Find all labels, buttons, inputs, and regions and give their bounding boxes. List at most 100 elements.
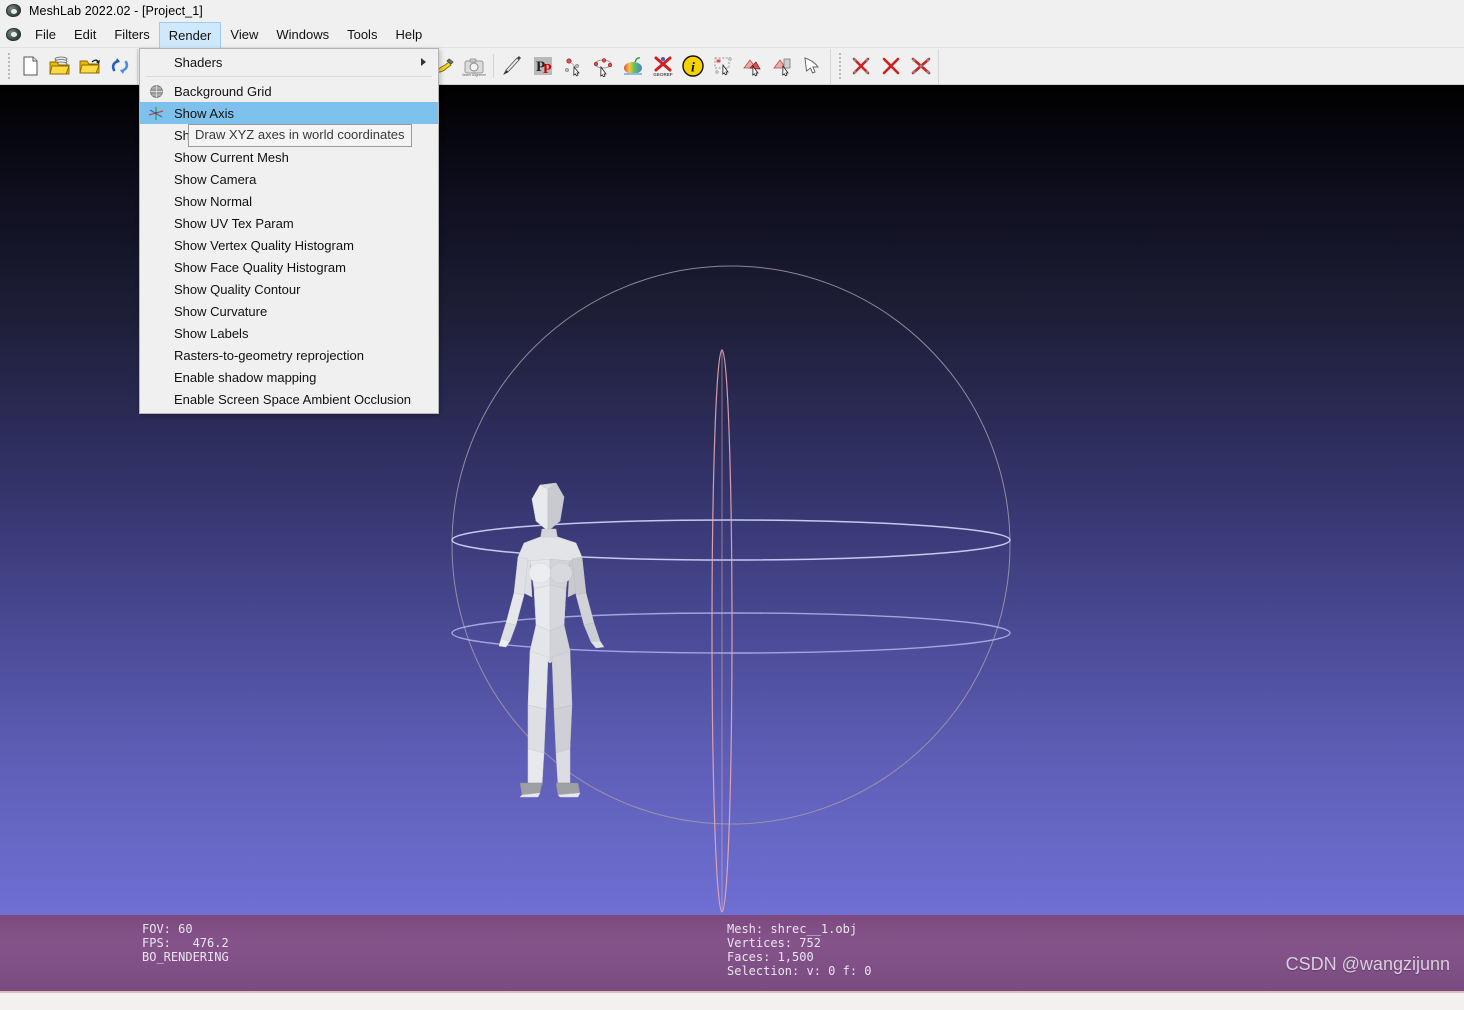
blank-icon <box>140 147 172 167</box>
select-rect-icon[interactable] <box>709 52 737 80</box>
status-mesh-name: Mesh: shrec__1.obj <box>727 922 858 936</box>
delete-vertices-icon[interactable] <box>877 52 905 80</box>
menu-entry-enable-shadow-mapping[interactable]: Enable shadow mapping <box>140 366 438 388</box>
select-faces-icon[interactable] <box>739 52 767 80</box>
select-arrow-icon[interactable] <box>799 52 827 80</box>
status-selection: Selection: v: 0 f: 0 <box>727 964 872 978</box>
open-mesh-icon[interactable] <box>76 52 104 80</box>
pdf-export-icon[interactable]: P P <box>529 52 557 80</box>
menu-entry-show-current-mesh[interactable]: Show Current Mesh <box>140 146 438 168</box>
menu-entry-label: Show Curvature <box>174 303 268 319</box>
menu-filters[interactable]: Filters <box>105 22 158 48</box>
blank-icon <box>140 323 172 343</box>
menu-windows[interactable]: Windows <box>267 22 338 48</box>
menu-entry-label: Show UV Tex Param <box>174 215 294 231</box>
menu-entry-background-grid[interactable]: Background Grid <box>140 80 438 102</box>
menu-view[interactable]: View <box>221 22 267 48</box>
paint-brush-icon[interactable] <box>499 52 527 80</box>
menu-entry-label: Show Axis <box>174 105 234 121</box>
toolbar-group-file <box>0 48 138 84</box>
delete-faces-icon[interactable] <box>847 52 875 80</box>
status-fov: FOV: 60 <box>142 922 193 936</box>
open-project-icon[interactable] <box>46 52 74 80</box>
menu-file[interactable]: File <box>26 22 65 48</box>
title-bar: MeshLab 2022.02 - [Project_1] <box>0 0 1464 22</box>
menu-entry-show-uv-tex-param[interactable]: Show UV Tex Param <box>140 212 438 234</box>
raster-align-icon[interactable]: Raster Alignment <box>460 52 488 80</box>
svg-text:P: P <box>543 62 552 77</box>
blank-icon <box>140 235 172 255</box>
csdn-watermark: CSDN @wangzijunn <box>1285 954 1450 974</box>
blank-icon <box>140 301 172 321</box>
blank-icon <box>140 279 172 299</box>
meshlab-logo-icon <box>6 3 22 19</box>
georef-icon[interactable]: GEOREF <box>649 52 677 80</box>
menu-entry-shaders[interactable]: Shaders <box>140 51 438 73</box>
select-vertex-icon[interactable] <box>769 52 797 80</box>
pick-points-icon[interactable] <box>559 52 587 80</box>
menu-entry-label: Shaders <box>174 54 223 70</box>
menu-entry-show-vertex-quality-histogram[interactable]: Show Vertex Quality Histogram <box>140 234 438 256</box>
status-fps: FPS: 476.2 <box>142 936 229 950</box>
delete-selected-faces-icon[interactable] <box>907 52 935 80</box>
blank-icon <box>140 367 172 387</box>
blank-icon <box>140 213 172 233</box>
blank-icon <box>140 191 172 211</box>
menu-entry-label: Show Vertex Quality Histogram <box>174 237 354 253</box>
menu-entry-label: Rasters-to-geometry reprojection <box>174 347 365 363</box>
window-bottom-strip <box>0 993 1464 1010</box>
show-axis-tooltip: Draw XYZ axes in world coordinates <box>188 124 412 147</box>
menu-entry-rasters-to-geometry-reprojection[interactable]: Rasters-to-geometry reprojection <box>140 344 438 366</box>
blank-icon <box>140 125 172 145</box>
menu-entry-label: Show Camera <box>174 171 257 187</box>
mesh-model-shrec-1 <box>498 482 605 798</box>
status-mesh-info: Mesh: shrec__1.obj Vertices: 752 Faces: … <box>727 922 872 978</box>
menu-entry-show-face-quality-histogram[interactable]: Show Face Quality Histogram <box>140 256 438 278</box>
svg-text:GEOREF: GEOREF <box>653 72 673 77</box>
menu-help[interactable]: Help <box>386 22 431 48</box>
menu-render[interactable]: Render <box>158 21 222 48</box>
blank-icon <box>140 52 172 72</box>
menu-entry-show-labels[interactable]: Show Labels <box>140 322 438 344</box>
svg-text:Raster Alignment: Raster Alignment <box>462 73 486 77</box>
chevron-right-icon <box>421 58 426 66</box>
menu-entry-show-normal[interactable]: Show Normal <box>140 190 438 212</box>
status-faces: Faces: 1,500 <box>727 950 814 964</box>
menu-tools[interactable]: Tools <box>338 22 386 48</box>
menu-entry-label: Show Labels <box>174 325 249 341</box>
reload-icon[interactable] <box>106 52 134 80</box>
menu-entry-enable-ssao[interactable]: Enable Screen Space Ambient Occlusion <box>140 388 438 410</box>
meshlab-window: MeshLab 2022.02 - [Project_1] File Edit … <box>0 0 1464 1010</box>
toolbar-grip[interactable] <box>5 52 13 80</box>
menu-entry-label: Background Grid <box>174 83 272 99</box>
blank-icon <box>140 169 172 189</box>
status-render-mode: BO_RENDERING <box>142 950 229 964</box>
menu-entry-label: Enable Screen Space Ambient Occlusion <box>174 391 412 407</box>
menu-entry-label: Show Normal <box>174 193 253 209</box>
menu-entry-show-camera[interactable]: Show Camera <box>140 168 438 190</box>
menu-entry-label: Show Face Quality Histogram <box>174 259 346 275</box>
status-bar: FOV: 60 FPS: 476.2 BO_RENDERING Mesh: sh… <box>0 915 1464 993</box>
menu-entry-show-curvature[interactable]: Show Curvature <box>140 300 438 322</box>
menu-bar: File Edit Filters Render View Windows To… <box>0 21 1464 48</box>
svg-text:i: i <box>691 61 695 76</box>
edit-points-icon[interactable] <box>589 52 617 80</box>
info-icon[interactable]: i <box>679 52 707 80</box>
menu-entry-show-quality-contour[interactable]: Show Quality Contour <box>140 278 438 300</box>
color-mesh-icon[interactable] <box>619 52 647 80</box>
menubar-logo-icon <box>6 27 22 43</box>
render-dropdown-menu[interactable]: Shaders Background Grid Show Axis Show C… <box>139 48 439 414</box>
menu-entry-show-axis[interactable]: Show Axis <box>140 102 438 124</box>
window-title: MeshLab 2022.02 - [Project_1] <box>29 4 203 18</box>
blank-icon <box>140 345 172 365</box>
blank-icon <box>140 389 172 409</box>
menu-entry-label: Show Current Mesh <box>174 149 289 165</box>
show-axis-icon <box>140 103 172 123</box>
menu-separator <box>146 76 432 77</box>
new-document-icon[interactable] <box>16 52 44 80</box>
toolbar-group-delete <box>831 48 939 84</box>
toolbar-grip[interactable] <box>836 52 844 80</box>
status-render-info: FOV: 60 FPS: 476.2 BO_RENDERING <box>142 922 229 964</box>
background-grid-icon <box>140 81 172 101</box>
menu-edit[interactable]: Edit <box>65 22 105 48</box>
